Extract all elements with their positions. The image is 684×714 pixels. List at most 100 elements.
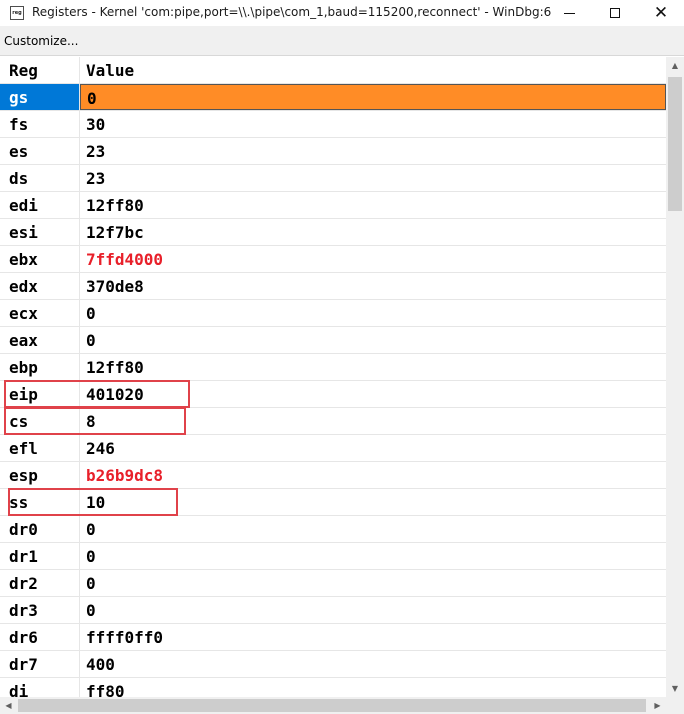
register-name[interactable]: dr6 xyxy=(0,624,80,650)
registers-grid: Reg Value gs 0 fs 30 es 23 ds 23 edi 12ff80 esi 12f… xyxy=(0,57,666,697)
register-value[interactable]: 0 xyxy=(80,570,666,596)
maximize-button[interactable] xyxy=(592,0,638,26)
register-name[interactable]: ebp xyxy=(0,354,80,380)
register-name[interactable]: dr3 xyxy=(0,597,80,623)
register-value[interactable]: 246 xyxy=(80,435,666,461)
register-value[interactable]: 0 xyxy=(80,543,666,569)
column-header-value[interactable]: Value xyxy=(80,57,666,83)
register-value-text: 0 xyxy=(86,601,96,620)
register-row-dr6[interactable]: dr6 ffff0ff0 xyxy=(0,624,666,651)
register-value[interactable]: b26b9dc8 xyxy=(80,462,666,488)
register-value-text: 0 xyxy=(86,304,96,323)
register-value[interactable]: ff80 xyxy=(80,678,666,697)
register-value[interactable]: 30 xyxy=(80,111,666,137)
highlight-box-ss xyxy=(8,488,178,516)
register-name[interactable]: efl xyxy=(0,435,80,461)
vertical-scrollbar[interactable]: ▲ ▼ xyxy=(666,57,684,697)
register-value[interactable]: 12ff80 xyxy=(80,354,666,380)
register-name-text: ecx xyxy=(9,304,38,323)
register-value-text: b26b9dc8 xyxy=(86,466,164,485)
vertical-scroll-thumb[interactable] xyxy=(668,77,682,211)
register-row-dr2[interactable]: dr2 0 xyxy=(0,570,666,597)
register-row-fs[interactable]: fs 30 xyxy=(0,111,666,138)
register-row-dr0[interactable]: dr0 0 xyxy=(0,516,666,543)
register-value-text: 7ffd4000 xyxy=(86,250,164,269)
grid-header: Reg Value xyxy=(0,57,666,84)
register-value[interactable]: 0 xyxy=(80,84,666,110)
register-row-esi[interactable]: esi 12f7bc xyxy=(0,219,666,246)
horizontal-scrollbar[interactable]: ◀ ▶ xyxy=(0,697,666,714)
scroll-up-icon[interactable]: ▲ xyxy=(666,57,684,74)
horizontal-scroll-thumb[interactable] xyxy=(18,699,646,712)
register-row-es[interactable]: es 23 xyxy=(0,138,666,165)
register-value-text: 0 xyxy=(86,520,96,539)
register-name[interactable]: ebx xyxy=(0,246,80,272)
register-row-ds[interactable]: ds 23 xyxy=(0,165,666,192)
register-value[interactable]: 23 xyxy=(80,138,666,164)
maximize-icon xyxy=(610,8,620,18)
register-name-text: di xyxy=(9,682,29,697)
register-row-efl[interactable]: efl 246 xyxy=(0,435,666,462)
register-row-edx[interactable]: edx 370de8 xyxy=(0,273,666,300)
register-value-text: 30 xyxy=(86,115,106,134)
register-row-di[interactable]: di ff80 xyxy=(0,678,666,697)
register-name[interactable]: edi xyxy=(0,192,80,218)
register-row-ecx[interactable]: ecx 0 xyxy=(0,300,666,327)
registers-app-icon: reg xyxy=(10,6,24,20)
register-row-dr3[interactable]: dr3 0 xyxy=(0,597,666,624)
register-value-text: 370de8 xyxy=(86,277,144,296)
register-name-text: dr2 xyxy=(9,574,38,593)
scroll-down-icon[interactable]: ▼ xyxy=(666,680,684,697)
register-value[interactable]: 400 xyxy=(80,651,666,677)
register-value-text: ff80 xyxy=(86,682,125,697)
scroll-left-icon[interactable]: ◀ xyxy=(0,697,17,714)
scroll-right-icon[interactable]: ▶ xyxy=(649,697,666,714)
register-name[interactable]: fs xyxy=(0,111,80,137)
register-name-text: ebp xyxy=(9,358,38,377)
register-value-text: ffff0ff0 xyxy=(86,628,164,647)
register-name[interactable]: dr7 xyxy=(0,651,80,677)
register-name[interactable]: gs xyxy=(0,84,80,110)
register-value[interactable]: 7ffd4000 xyxy=(80,246,666,272)
register-name[interactable]: esi xyxy=(0,219,80,245)
register-name-text: edx xyxy=(9,277,38,296)
register-row-ebp[interactable]: ebp 12ff80 xyxy=(0,354,666,381)
register-name[interactable]: dr2 xyxy=(0,570,80,596)
register-row-eax[interactable]: eax 0 xyxy=(0,327,666,354)
register-name[interactable]: di xyxy=(0,678,80,697)
register-row-dr7[interactable]: dr7 400 xyxy=(0,651,666,678)
register-name[interactable]: ds xyxy=(0,165,80,191)
column-header-reg[interactable]: Reg xyxy=(0,57,80,83)
register-value[interactable]: 0 xyxy=(80,327,666,353)
highlight-box-eip xyxy=(4,380,190,408)
register-name[interactable]: eax xyxy=(0,327,80,353)
minimize-button[interactable] xyxy=(546,0,592,26)
register-value[interactable]: 0 xyxy=(80,597,666,623)
register-name[interactable]: dr1 xyxy=(0,543,80,569)
window-title: Registers - Kernel 'com:pipe,port=\\.\pi… xyxy=(32,5,552,19)
register-row-edi[interactable]: edi 12ff80 xyxy=(0,192,666,219)
register-row-ebx[interactable]: ebx 7ffd4000 xyxy=(0,246,666,273)
register-row-gs[interactable]: gs 0 xyxy=(0,84,666,111)
register-value[interactable]: 23 xyxy=(80,165,666,191)
register-name[interactable]: dr0 xyxy=(0,516,80,542)
register-row-dr1[interactable]: dr1 0 xyxy=(0,543,666,570)
register-name[interactable]: esp xyxy=(0,462,80,488)
register-value-text: 23 xyxy=(86,142,106,161)
register-name[interactable]: ecx xyxy=(0,300,80,326)
register-value-text: 23 xyxy=(86,169,106,188)
register-name-text: eax xyxy=(9,331,38,350)
register-name[interactable]: edx xyxy=(0,273,80,299)
register-value[interactable]: ffff0ff0 xyxy=(80,624,666,650)
register-name[interactable]: es xyxy=(0,138,80,164)
register-value[interactable]: 12f7bc xyxy=(80,219,666,245)
toolbar: Customize... xyxy=(0,26,684,56)
register-value[interactable]: 12ff80 xyxy=(80,192,666,218)
register-value[interactable]: 370de8 xyxy=(80,273,666,299)
register-row-esp[interactable]: esp b26b9dc8 xyxy=(0,462,666,489)
register-value[interactable]: 0 xyxy=(80,300,666,326)
close-button[interactable]: ✕ xyxy=(638,0,684,26)
customize-button[interactable]: Customize... xyxy=(4,34,78,48)
minimize-icon xyxy=(563,12,575,14)
register-value[interactable]: 0 xyxy=(80,516,666,542)
